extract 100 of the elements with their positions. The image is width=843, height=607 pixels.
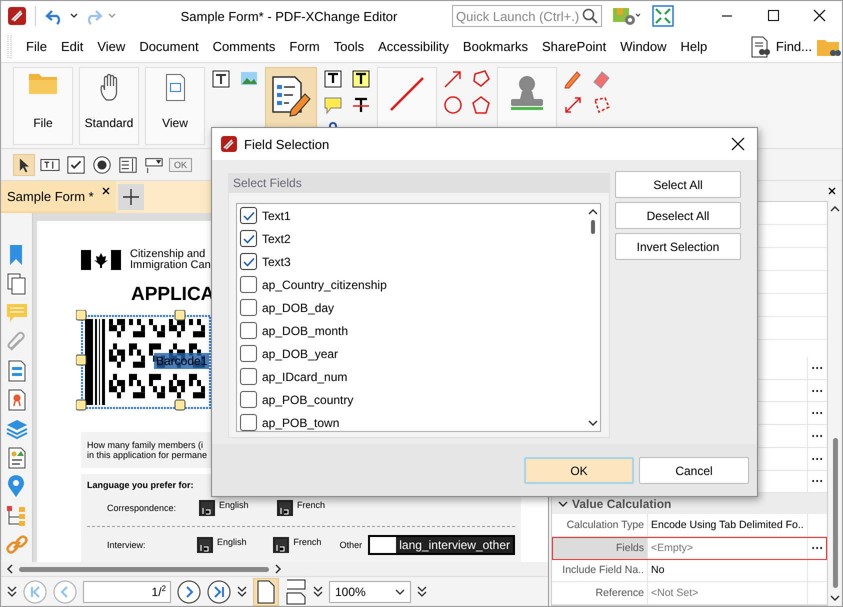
text-field-icon[interactable]	[211, 69, 231, 89]
menu-item[interactable]: Comments	[206, 39, 282, 54]
quick-launch-field[interactable]: Quick Launch (Ctrl+.)	[452, 5, 602, 27]
dialog-button[interactable]: Invert Selection	[615, 233, 741, 260]
menu-item[interactable]: Document	[132, 39, 206, 54]
ribbon-button[interactable]: View	[145, 67, 205, 145]
measure-icon[interactable]	[563, 95, 583, 115]
new-tab-button[interactable]	[118, 184, 144, 210]
property-label: Include Field Na..	[552, 560, 648, 582]
radio-field-icon[interactable]	[199, 500, 215, 516]
menu-item[interactable]: Bookmarks	[456, 39, 535, 54]
field-name[interactable]: ap_IDcard_num	[262, 370, 348, 384]
checkbox[interactable]	[240, 276, 257, 293]
radio-field-icon[interactable]	[277, 500, 293, 516]
page-number-field[interactable]: 1/$^{2}$	[83, 580, 171, 602]
circle-icon[interactable]	[443, 95, 463, 115]
close-icon[interactable]	[731, 137, 745, 151]
menu-item[interactable]: File	[19, 39, 54, 54]
menu-item[interactable]: Accessibility	[371, 39, 456, 54]
checkbox[interactable]	[240, 230, 257, 247]
eraser-icon[interactable]	[591, 69, 611, 89]
pentagon-icon[interactable]	[471, 95, 491, 115]
settings-icon[interactable]	[612, 5, 642, 27]
radio-field-icon[interactable]	[273, 537, 290, 553]
scroll-right-icon[interactable]	[273, 563, 283, 575]
field-name[interactable]: Text3	[262, 254, 291, 268]
menu-item[interactable]: View	[90, 39, 132, 54]
search-icon[interactable]	[582, 8, 598, 24]
checkbox[interactable]	[240, 207, 257, 224]
fullscreen-icon[interactable]	[652, 5, 674, 27]
single-page-button[interactable]	[253, 578, 279, 606]
menu-item[interactable]: Window	[613, 39, 674, 54]
continuous-pages-icon[interactable]	[285, 578, 307, 604]
text-box-icon[interactable]	[323, 69, 343, 89]
polygon-icon[interactable]	[471, 69, 491, 89]
field-name[interactable]: ap_DOB_month	[262, 324, 348, 338]
checkbox[interactable]	[240, 299, 257, 316]
pointer-icon[interactable]	[13, 154, 35, 176]
zoom-dropdown[interactable]: 100%	[329, 580, 411, 602]
checkmark-icon	[242, 210, 254, 220]
radio-button-icon[interactable]	[91, 154, 113, 176]
pencil-icon[interactable]	[563, 69, 583, 89]
pages-icon[interactable]	[4, 272, 28, 296]
property-label: Calculation Type	[552, 514, 648, 536]
callout-icon[interactable]	[323, 95, 343, 115]
ribbon-button[interactable]: Standard	[79, 67, 139, 145]
chevron-down-icon[interactable]	[7, 586, 17, 598]
dialog-button[interactable]: OK	[524, 457, 634, 484]
dialog-button[interactable]: Cancel	[639, 457, 749, 484]
strikeout-icon[interactable]	[351, 95, 371, 115]
close-icon[interactable]	[828, 187, 836, 195]
document-tab[interactable]: Sample Form *	[1, 181, 116, 213]
menu-item[interactable]: Form	[282, 39, 327, 54]
flag-drawing	[81, 250, 121, 270]
scroll-up-icon[interactable]	[588, 208, 598, 216]
chevron-down-icon[interactable]	[417, 586, 427, 598]
scrollbar-thumb[interactable]	[591, 220, 595, 234]
checkbox[interactable]	[240, 391, 257, 408]
text-field[interactable]: lang_interview_other	[368, 535, 515, 555]
dialog-button[interactable]: Select All	[615, 171, 741, 198]
checkbox[interactable]	[240, 368, 257, 385]
scroll-left-icon[interactable]	[5, 563, 15, 575]
next-page-icon[interactable]	[177, 580, 201, 604]
typewriter-icon[interactable]	[351, 69, 371, 89]
checkbox-icon[interactable]	[65, 154, 87, 176]
chevron-down-icon[interactable]	[237, 586, 247, 598]
field-name[interactable]: Text2	[262, 232, 291, 246]
arrow-icon[interactable]	[443, 69, 463, 89]
property-value[interactable]: <Not Set>	[648, 582, 807, 604]
menu-item[interactable]: SharePoint	[534, 39, 614, 54]
field-name[interactable]: ap_Country_citizenship	[262, 278, 387, 292]
field-name[interactable]: ap_POB_town	[262, 416, 340, 430]
property-value[interactable]: No	[648, 560, 807, 582]
layers-icon[interactable]	[4, 417, 28, 441]
field-name[interactable]: ap_DOB_year	[262, 346, 338, 360]
menu-item[interactable]: Edit	[54, 39, 90, 54]
last-page-icon[interactable]	[207, 580, 231, 604]
scroll-down-icon[interactable]	[588, 419, 598, 427]
ok-button[interactable]: OK	[169, 158, 192, 172]
scroll-up-icon[interactable]	[830, 205, 840, 213]
scroll-down-icon[interactable]	[830, 594, 840, 602]
checkbox[interactable]	[240, 322, 257, 339]
property-value[interactable]: Encode Using Tab Delimited Fo..	[648, 514, 807, 536]
property-value[interactable]: <Empty>	[648, 536, 807, 559]
scrollbar-thumb[interactable]	[19, 566, 269, 572]
menu-item[interactable]: Help	[674, 39, 714, 54]
field-name[interactable]: ap_POB_country	[262, 392, 354, 406]
dialog-button[interactable]: Deselect All	[615, 202, 741, 229]
field-name[interactable]: ap_DOB_day	[262, 300, 334, 314]
close-icon[interactable]	[102, 187, 110, 195]
chevron-down-icon[interactable]	[313, 586, 323, 598]
radio-field-icon[interactable]	[197, 537, 214, 553]
field-name[interactable]: Text1	[262, 208, 291, 222]
menu-item[interactable]: Tools	[326, 39, 372, 54]
checkbox[interactable]	[240, 253, 257, 270]
checkbox[interactable]	[240, 414, 257, 431]
checkbox[interactable]	[240, 345, 257, 362]
find-button[interactable]: Find...	[744, 34, 816, 58]
scrollbar-thumb[interactable]	[832, 438, 838, 588]
ribbon-button[interactable]: File	[13, 67, 73, 145]
